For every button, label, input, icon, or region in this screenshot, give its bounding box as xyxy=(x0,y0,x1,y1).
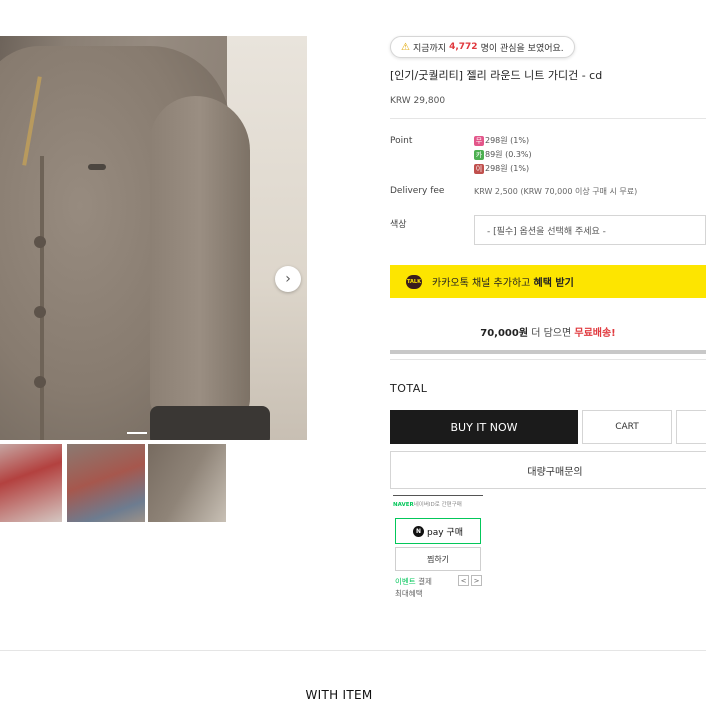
photo-pants xyxy=(150,406,270,440)
product-price: KRW 29,800 xyxy=(390,96,446,106)
cart-button[interactable]: CART xyxy=(582,410,672,444)
photo-sweater-arm xyxy=(150,96,250,426)
delivery-value: KRW 2,500 (KRW 70,000 이상 구매 시 무료) xyxy=(474,187,638,196)
point-badge: 이 xyxy=(474,163,484,174)
naver-benefit-text: 최대혜택 xyxy=(395,589,423,598)
naver-wish-button[interactable]: 찜하기 xyxy=(395,547,481,571)
naver-pay-desc: 네이버ID로 간편구매 xyxy=(413,502,462,508)
chevron-right-icon[interactable]: > xyxy=(471,575,482,586)
naver-pay-header: NAVER네이버ID로 간편구매 xyxy=(393,495,483,508)
naver-event-text: 이벤트 결제 xyxy=(395,577,432,586)
point-row: 카 89원 (0.3%) xyxy=(474,149,532,160)
kakao-talk-icon: TALK xyxy=(406,274,422,289)
product-title: [인기/굿퀄리티] 젤리 라운드 니트 가디건 - cd xyxy=(390,69,603,82)
chevron-right-icon[interactable]: › xyxy=(275,266,301,292)
kakao-channel-banner[interactable]: TALK 카카오톡 채널 추가하고 혜택 받기 xyxy=(390,265,706,298)
naver-logo: NAVER xyxy=(393,502,414,508)
popularity-suffix: 명이 관심을 보였어요. xyxy=(480,43,564,54)
with-item-title: WITH ITEM xyxy=(305,688,373,702)
point-value: 298원 (1%) xyxy=(485,164,530,173)
main-product-image[interactable] xyxy=(0,36,307,440)
slide-indicator xyxy=(127,432,147,434)
delivery-label: Delivery fee xyxy=(390,186,445,196)
naver-pay-label: pay 구매 xyxy=(427,527,463,538)
free-shipping-progress xyxy=(390,350,706,354)
color-option-select[interactable]: - [필수] 옵션을 선택해 주세요 - xyxy=(474,215,706,245)
free-shipping-amount: 70,000원 xyxy=(480,328,529,339)
wishlist-button[interactable] xyxy=(676,410,706,444)
point-row: 무 298원 (1%) xyxy=(474,135,529,146)
thumbnail-2[interactable] xyxy=(67,444,145,522)
point-value: 298원 (1%) xyxy=(485,136,530,145)
thumbnail-1[interactable] xyxy=(0,444,62,522)
chevron-left-icon[interactable]: < xyxy=(458,575,469,586)
total-label: TOTAL xyxy=(390,382,428,395)
photo-button xyxy=(34,236,46,248)
warning-icon: ⚠ xyxy=(401,41,410,53)
divider xyxy=(390,118,706,119)
color-label: 색상 xyxy=(390,220,407,230)
photo-placket xyxy=(40,156,44,440)
thumbnail-3[interactable] xyxy=(148,444,226,522)
naver-pay-button[interactable]: N pay 구매 xyxy=(395,518,481,544)
photo-pin xyxy=(88,164,106,170)
photo-button xyxy=(34,306,46,318)
free-shipping-notice: 70,000원 더 담으면 무료배송! xyxy=(480,328,616,339)
free-shipping-highlight: 무료배송! xyxy=(574,328,616,339)
naver-n-icon: N xyxy=(413,525,424,537)
naver-event-nav: < > xyxy=(458,575,482,586)
kakao-text: 카카오톡 채널 추가하고 혜택 받기 xyxy=(432,278,574,289)
popularity-count: 4,772 xyxy=(449,42,478,52)
point-row: 이 298원 (1%) xyxy=(474,163,529,174)
divider xyxy=(390,359,706,360)
photo-button xyxy=(34,376,46,388)
point-value: 89원 (0.3%) xyxy=(485,150,532,159)
point-badge: 무 xyxy=(474,135,484,146)
buy-now-button[interactable]: BUY IT NOW xyxy=(390,410,578,444)
point-badge: 카 xyxy=(474,149,484,160)
section-divider xyxy=(0,650,706,651)
point-label: Point xyxy=(390,136,413,146)
popularity-badge: ⚠ 지금까지 4,772 명이 관심을 보였어요. xyxy=(390,36,575,58)
bulk-inquiry-button[interactable]: 대량구매문의 xyxy=(390,451,706,489)
popularity-prefix: 지금까지 xyxy=(412,43,447,54)
